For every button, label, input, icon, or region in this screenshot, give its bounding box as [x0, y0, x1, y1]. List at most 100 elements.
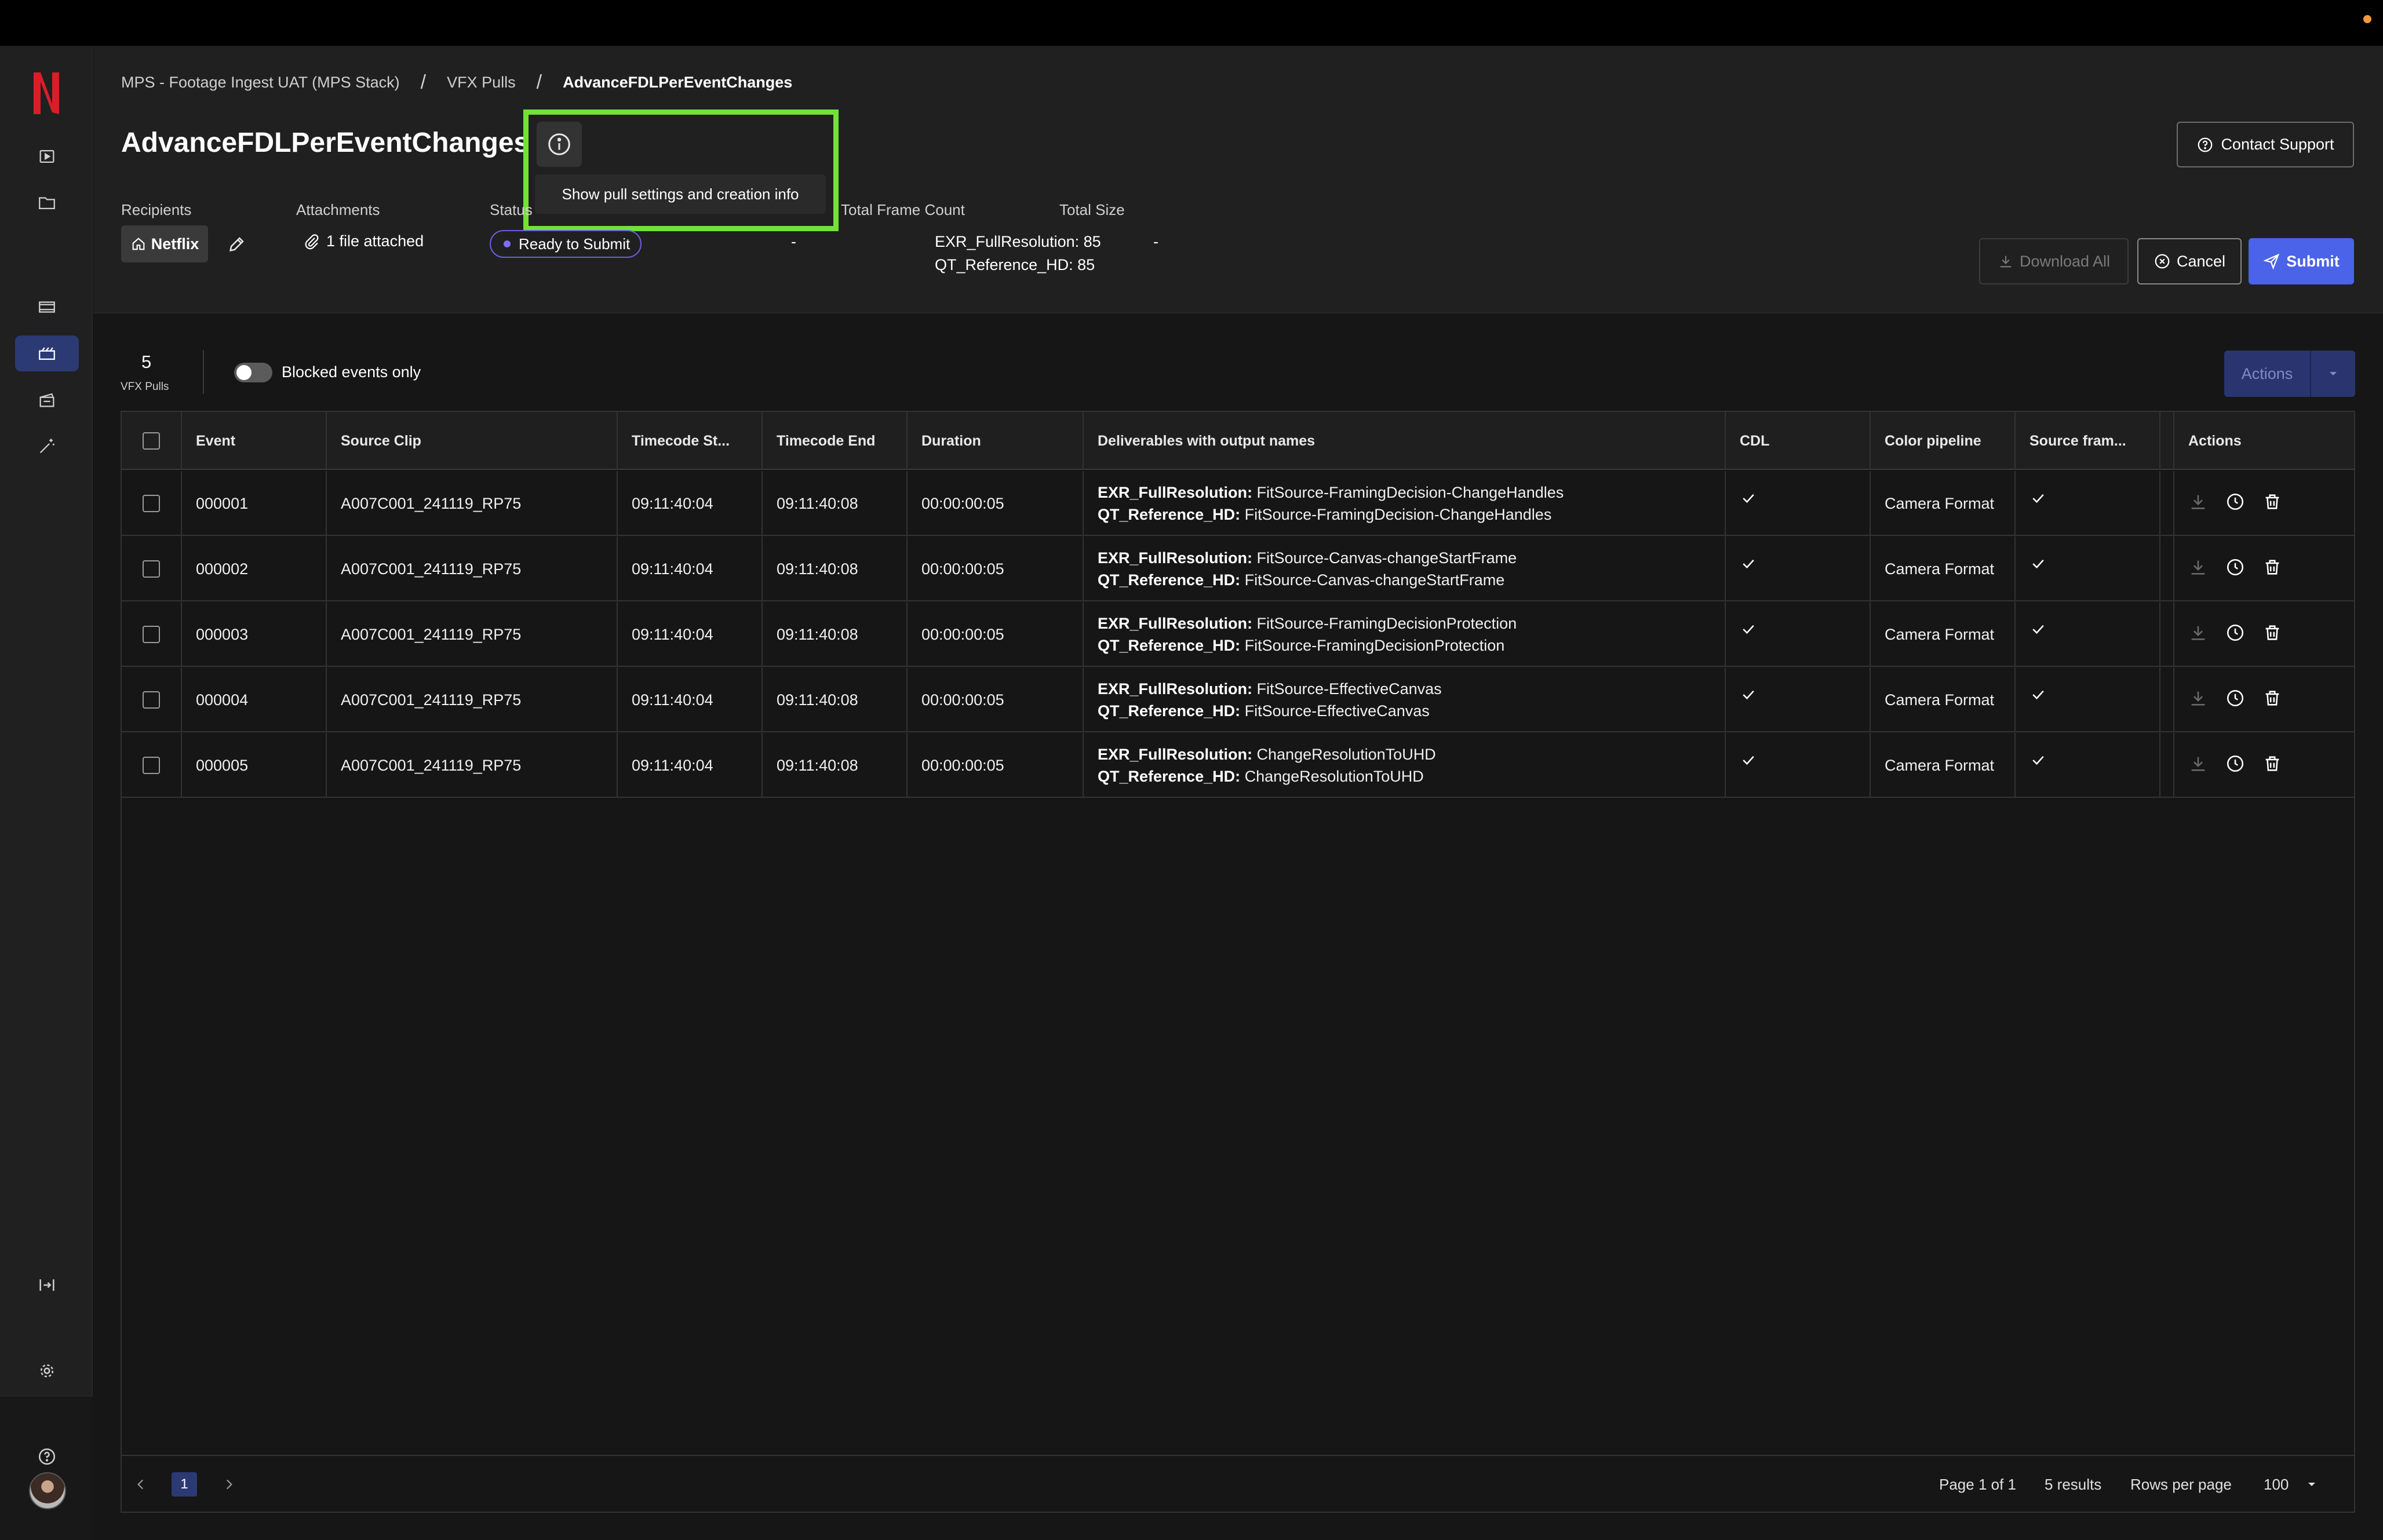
- history-clock-icon[interactable]: [2225, 623, 2245, 647]
- deliverable-value: FitSource-FramingDecisionProtection: [1252, 615, 1517, 632]
- cdl-check-icon: [1726, 602, 1871, 667]
- help-icon: [2198, 137, 2213, 152]
- source-frames-check-icon: [2016, 667, 2160, 732]
- duration-cell: 00:00:00:05: [908, 667, 1084, 732]
- deliverable-value: FitSource-EffectiveCanvas: [1252, 680, 1442, 698]
- select-all-checkbox[interactable]: [143, 432, 160, 450]
- table-row[interactable]: 000001 A007C001_241119_RP75 09:11:40:04 09:…: [122, 471, 2354, 536]
- source-clip-cell: A007C001_241119_RP75: [327, 471, 618, 536]
- window-top-bar: [0, 0, 2383, 46]
- attachments-value: 1 file attached: [326, 232, 424, 250]
- history-clock-icon[interactable]: [2225, 754, 2245, 778]
- trash-icon[interactable]: [2262, 557, 2282, 581]
- history-clock-icon[interactable]: [2225, 492, 2245, 516]
- download-icon[interactable]: [2188, 688, 2208, 712]
- media-icon[interactable]: [15, 138, 79, 174]
- column-header-timecode-start[interactable]: Timecode St...: [618, 412, 763, 470]
- chevron-down-icon[interactable]: [2311, 351, 2355, 397]
- breadcrumb-project[interactable]: MPS - Footage Ingest UAT (MPS Stack): [121, 74, 400, 92]
- next-page-icon[interactable]: [221, 1456, 236, 1513]
- download-icon[interactable]: [2188, 557, 2208, 581]
- edit-recipients-icon[interactable]: [224, 231, 250, 257]
- timecode-start-cell: 09:11:40:04: [618, 602, 763, 667]
- trash-icon[interactable]: [2262, 623, 2282, 647]
- attachments-link[interactable]: 1 file attached: [303, 232, 424, 250]
- table-row[interactable]: 000003 A007C001_241119_RP75 09:11:40:04 09:…: [122, 602, 2354, 667]
- magic-wand-icon[interactable]: [15, 428, 79, 464]
- collapse-sidebar-icon[interactable]: [15, 1267, 79, 1303]
- column-header-event[interactable]: Event: [182, 412, 327, 470]
- prev-page-icon[interactable]: [133, 1456, 148, 1513]
- column-header-color-pipeline[interactable]: Color pipeline: [1871, 412, 2016, 470]
- color-pipeline-cell: Camera Format: [1871, 537, 2016, 601]
- download-icon[interactable]: [2188, 492, 2208, 516]
- page-number-button[interactable]: 1: [172, 1472, 197, 1497]
- table-row[interactable]: 000004 A007C001_241119_RP75 09:11:40:04 09:…: [122, 667, 2354, 732]
- contact-support-button[interactable]: Contact Support: [2177, 122, 2354, 167]
- duration-cell: 00:00:00:05: [908, 602, 1084, 667]
- row-select-cell: [122, 471, 182, 536]
- gear-icon[interactable]: [15, 1353, 79, 1389]
- trash-icon[interactable]: [2262, 492, 2282, 516]
- deliverable-line: QT_Reference_HD: FitSource-Canvas-change…: [1098, 569, 1504, 591]
- download-all-button[interactable]: Download All: [1979, 238, 2129, 284]
- timecode-start-cell: 09:11:40:04: [618, 471, 763, 536]
- column-header-source-frames[interactable]: Source fram...: [2016, 412, 2160, 470]
- film-strip-icon[interactable]: [15, 289, 79, 325]
- download-all-label: Download All: [2019, 252, 2111, 270]
- row-spacer: [2160, 733, 2174, 798]
- deliverable-value: FitSource-Canvas-changeStartFrame: [1252, 549, 1517, 567]
- close-circle-icon: [2155, 254, 2170, 269]
- deliverable-key: EXR_FullResolution:: [1098, 746, 1253, 763]
- duration-cell: 00:00:00:05: [908, 537, 1084, 601]
- vfx-pulls-icon[interactable]: [15, 335, 79, 371]
- column-header-cdl[interactable]: CDL: [1726, 412, 1871, 470]
- table-row[interactable]: 000005 A007C001_241119_RP75 09:11:40:04 09:…: [122, 733, 2354, 798]
- deliverable-key: QT_Reference_HD:: [1098, 637, 1241, 654]
- deliverable-value: FitSource-FramingDecision-ChangeHandles: [1252, 484, 1564, 501]
- source-frames-check-icon: [2016, 471, 2160, 536]
- download-icon[interactable]: [2188, 623, 2208, 647]
- netflix-logo[interactable]: [30, 70, 63, 116]
- row-spacer: [2160, 602, 2174, 667]
- row-checkbox[interactable]: [143, 757, 160, 774]
- history-clock-icon[interactable]: [2225, 688, 2245, 712]
- avatar[interactable]: [29, 1472, 66, 1509]
- column-header-deliverables[interactable]: Deliverables with output names: [1084, 412, 1726, 470]
- cancel-button[interactable]: Cancel: [2137, 238, 2242, 284]
- row-checkbox[interactable]: [143, 626, 160, 643]
- actions-menu-button[interactable]: Actions: [2224, 351, 2355, 397]
- blocked-events-label: Blocked events only: [282, 363, 421, 381]
- row-checkbox[interactable]: [143, 691, 160, 709]
- column-header-source-clip[interactable]: Source Clip: [327, 412, 618, 470]
- row-select-cell: [122, 667, 182, 732]
- folder-icon[interactable]: [15, 185, 79, 221]
- blocked-events-toggle[interactable]: [234, 363, 272, 382]
- paperclip-icon: [305, 233, 319, 249]
- trash-icon[interactable]: [2262, 688, 2282, 712]
- source-clip-cell: A007C001_241119_RP75: [327, 733, 618, 798]
- rows-per-page-label: Rows per page: [2130, 1475, 2232, 1493]
- clapper-icon[interactable]: [15, 382, 79, 418]
- help-icon[interactable]: [15, 1439, 79, 1475]
- page-info: Page 1 of 1: [1939, 1475, 2016, 1493]
- breadcrumb-vfx-pulls[interactable]: VFX Pulls: [447, 74, 516, 92]
- deliverable-value: FitSource-Canvas-changeStartFrame: [1240, 571, 1505, 589]
- column-header-duration[interactable]: Duration: [908, 412, 1084, 470]
- row-checkbox[interactable]: [143, 495, 160, 512]
- deliverables-cell: EXR_FullResolution: FitSource-FramingDec…: [1084, 602, 1726, 667]
- column-header-timecode-end[interactable]: Timecode End: [763, 412, 908, 470]
- download-icon[interactable]: [2188, 754, 2208, 778]
- deliverable-value: FitSource-EffectiveCanvas: [1240, 702, 1430, 720]
- cdl-check-icon: [1726, 471, 1871, 536]
- history-clock-icon[interactable]: [2225, 557, 2245, 581]
- recipient-chip[interactable]: Netflix: [121, 225, 208, 262]
- rows-per-page-select[interactable]: 100: [2264, 1456, 2333, 1513]
- highlight-box: [523, 110, 839, 231]
- trash-icon[interactable]: [2262, 754, 2282, 778]
- table-row[interactable]: 000002 A007C001_241119_RP75 09:11:40:04 09:…: [122, 537, 2354, 601]
- row-checkbox[interactable]: [143, 560, 160, 578]
- deliverable-line: QT_Reference_HD: FitSource-EffectiveCanv…: [1098, 700, 1430, 722]
- breadcrumb-separator: /: [420, 71, 427, 93]
- submit-button[interactable]: Submit: [2249, 238, 2354, 284]
